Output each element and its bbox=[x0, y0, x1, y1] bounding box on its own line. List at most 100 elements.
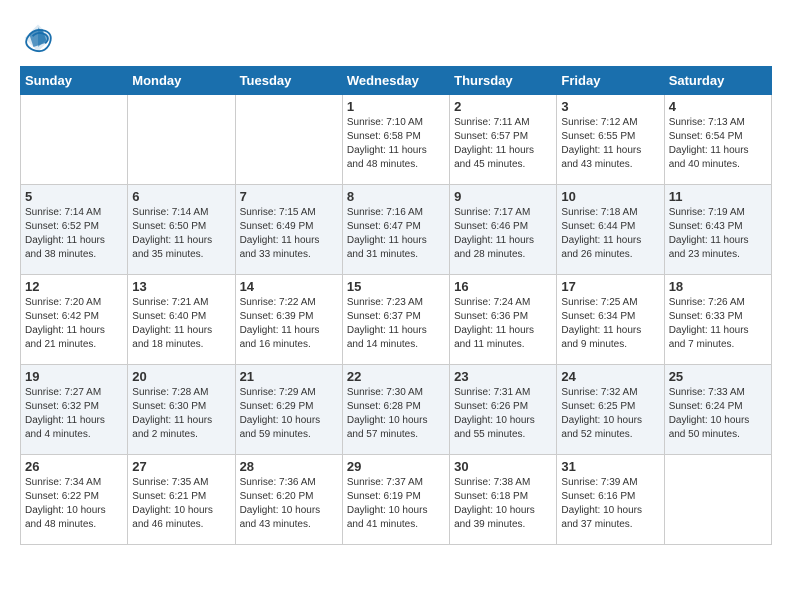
day-number: 8 bbox=[347, 189, 445, 204]
day-info: Sunrise: 7:28 AM Sunset: 6:30 PM Dayligh… bbox=[132, 386, 230, 442]
calendar-cell bbox=[21, 95, 128, 185]
calendar-cell bbox=[664, 455, 771, 545]
calendar-cell: 23 Sunrise: 7:31 AM Sunset: 6:26 PM Dayli… bbox=[450, 365, 557, 455]
calendar-week-1: 1 Sunrise: 7:10 AM Sunset: 6:58 PM Daylig… bbox=[21, 95, 772, 185]
day-info: Sunrise: 7:15 AM Sunset: 6:49 PM Dayligh… bbox=[240, 206, 338, 262]
calendar-cell: 30 Sunrise: 7:38 AM Sunset: 6:18 PM Dayli… bbox=[450, 455, 557, 545]
calendar-cell: 6 Sunrise: 7:14 AM Sunset: 6:50 PM Daylig… bbox=[128, 185, 235, 275]
day-info: Sunrise: 7:26 AM Sunset: 6:33 PM Dayligh… bbox=[669, 296, 767, 352]
day-number: 14 bbox=[240, 279, 338, 294]
logo-icon bbox=[20, 20, 56, 56]
calendar-cell: 13 Sunrise: 7:21 AM Sunset: 6:40 PM Dayli… bbox=[128, 275, 235, 365]
calendar-cell: 25 Sunrise: 7:33 AM Sunset: 6:24 PM Dayli… bbox=[664, 365, 771, 455]
weekday-header-tuesday: Tuesday bbox=[235, 67, 342, 95]
day-info: Sunrise: 7:25 AM Sunset: 6:34 PM Dayligh… bbox=[561, 296, 659, 352]
day-number: 4 bbox=[669, 99, 767, 114]
weekday-header-thursday: Thursday bbox=[450, 67, 557, 95]
day-number: 11 bbox=[669, 189, 767, 204]
day-number: 13 bbox=[132, 279, 230, 294]
day-info: Sunrise: 7:34 AM Sunset: 6:22 PM Dayligh… bbox=[25, 476, 123, 532]
day-number: 30 bbox=[454, 459, 552, 474]
day-info: Sunrise: 7:11 AM Sunset: 6:57 PM Dayligh… bbox=[454, 116, 552, 172]
day-info: Sunrise: 7:29 AM Sunset: 6:29 PM Dayligh… bbox=[240, 386, 338, 442]
day-info: Sunrise: 7:37 AM Sunset: 6:19 PM Dayligh… bbox=[347, 476, 445, 532]
day-number: 17 bbox=[561, 279, 659, 294]
day-info: Sunrise: 7:30 AM Sunset: 6:28 PM Dayligh… bbox=[347, 386, 445, 442]
calendar-cell: 18 Sunrise: 7:26 AM Sunset: 6:33 PM Dayli… bbox=[664, 275, 771, 365]
day-info: Sunrise: 7:21 AM Sunset: 6:40 PM Dayligh… bbox=[132, 296, 230, 352]
calendar-cell: 17 Sunrise: 7:25 AM Sunset: 6:34 PM Dayli… bbox=[557, 275, 664, 365]
page-header bbox=[20, 20, 772, 56]
day-number: 29 bbox=[347, 459, 445, 474]
day-number: 1 bbox=[347, 99, 445, 114]
calendar-cell: 21 Sunrise: 7:29 AM Sunset: 6:29 PM Dayli… bbox=[235, 365, 342, 455]
day-info: Sunrise: 7:17 AM Sunset: 6:46 PM Dayligh… bbox=[454, 206, 552, 262]
calendar-cell: 8 Sunrise: 7:16 AM Sunset: 6:47 PM Daylig… bbox=[342, 185, 449, 275]
day-number: 23 bbox=[454, 369, 552, 384]
weekday-header-saturday: Saturday bbox=[664, 67, 771, 95]
day-number: 22 bbox=[347, 369, 445, 384]
day-number: 6 bbox=[132, 189, 230, 204]
day-number: 18 bbox=[669, 279, 767, 294]
weekday-header-monday: Monday bbox=[128, 67, 235, 95]
day-number: 15 bbox=[347, 279, 445, 294]
calendar-cell: 10 Sunrise: 7:18 AM Sunset: 6:44 PM Dayli… bbox=[557, 185, 664, 275]
day-number: 19 bbox=[25, 369, 123, 384]
day-info: Sunrise: 7:18 AM Sunset: 6:44 PM Dayligh… bbox=[561, 206, 659, 262]
day-number: 20 bbox=[132, 369, 230, 384]
weekday-header-wednesday: Wednesday bbox=[342, 67, 449, 95]
day-info: Sunrise: 7:12 AM Sunset: 6:55 PM Dayligh… bbox=[561, 116, 659, 172]
weekday-header-friday: Friday bbox=[557, 67, 664, 95]
day-info: Sunrise: 7:38 AM Sunset: 6:18 PM Dayligh… bbox=[454, 476, 552, 532]
day-info: Sunrise: 7:31 AM Sunset: 6:26 PM Dayligh… bbox=[454, 386, 552, 442]
day-number: 25 bbox=[669, 369, 767, 384]
day-number: 21 bbox=[240, 369, 338, 384]
day-info: Sunrise: 7:16 AM Sunset: 6:47 PM Dayligh… bbox=[347, 206, 445, 262]
calendar-cell: 3Sunrise: 7:12 AM Sunset: 6:55 PM Daylig… bbox=[557, 95, 664, 185]
day-info: Sunrise: 7:23 AM Sunset: 6:37 PM Dayligh… bbox=[347, 296, 445, 352]
calendar-cell: 12Sunrise: 7:20 AM Sunset: 6:42 PM Dayli… bbox=[21, 275, 128, 365]
day-info: Sunrise: 7:35 AM Sunset: 6:21 PM Dayligh… bbox=[132, 476, 230, 532]
calendar-cell: 16Sunrise: 7:24 AM Sunset: 6:36 PM Dayli… bbox=[450, 275, 557, 365]
calendar-week-2: 5 Sunrise: 7:14 AM Sunset: 6:52 PM Daylig… bbox=[21, 185, 772, 275]
calendar-cell: 24 Sunrise: 7:32 AM Sunset: 6:25 PM Dayli… bbox=[557, 365, 664, 455]
calendar-cell bbox=[128, 95, 235, 185]
calendar-table: SundayMondayTuesdayWednesdayThursdayFrid… bbox=[20, 66, 772, 545]
calendar-week-3: 12Sunrise: 7:20 AM Sunset: 6:42 PM Dayli… bbox=[21, 275, 772, 365]
day-number: 26 bbox=[25, 459, 123, 474]
day-number: 24 bbox=[561, 369, 659, 384]
day-number: 2 bbox=[454, 99, 552, 114]
day-info: Sunrise: 7:19 AM Sunset: 6:43 PM Dayligh… bbox=[669, 206, 767, 262]
day-info: Sunrise: 7:14 AM Sunset: 6:52 PM Dayligh… bbox=[25, 206, 123, 262]
day-number: 16 bbox=[454, 279, 552, 294]
day-number: 27 bbox=[132, 459, 230, 474]
calendar-cell: 27 Sunrise: 7:35 AM Sunset: 6:21 PM Dayli… bbox=[128, 455, 235, 545]
day-info: Sunrise: 7:22 AM Sunset: 6:39 PM Dayligh… bbox=[240, 296, 338, 352]
day-info: Sunrise: 7:32 AM Sunset: 6:25 PM Dayligh… bbox=[561, 386, 659, 442]
calendar-cell: 9 Sunrise: 7:17 AM Sunset: 6:46 PM Daylig… bbox=[450, 185, 557, 275]
day-number: 10 bbox=[561, 189, 659, 204]
calendar-cell: 20 Sunrise: 7:28 AM Sunset: 6:30 PM Dayli… bbox=[128, 365, 235, 455]
day-info: Sunrise: 7:14 AM Sunset: 6:50 PM Dayligh… bbox=[132, 206, 230, 262]
day-info: Sunrise: 7:36 AM Sunset: 6:20 PM Dayligh… bbox=[240, 476, 338, 532]
day-number: 5 bbox=[25, 189, 123, 204]
calendar-header: SundayMondayTuesdayWednesdayThursdayFrid… bbox=[21, 67, 772, 95]
calendar-cell: 5 Sunrise: 7:14 AM Sunset: 6:52 PM Daylig… bbox=[21, 185, 128, 275]
calendar-cell: 29 Sunrise: 7:37 AM Sunset: 6:19 PM Dayli… bbox=[342, 455, 449, 545]
calendar-cell: 31 Sunrise: 7:39 AM Sunset: 6:16 PM Dayli… bbox=[557, 455, 664, 545]
day-number: 9 bbox=[454, 189, 552, 204]
calendar-cell: 14 Sunrise: 7:22 AM Sunset: 6:39 PM Dayli… bbox=[235, 275, 342, 365]
calendar-cell: 4Sunrise: 7:13 AM Sunset: 6:54 PM Daylig… bbox=[664, 95, 771, 185]
calendar-cell: 11 Sunrise: 7:19 AM Sunset: 6:43 PM Dayli… bbox=[664, 185, 771, 275]
day-info: Sunrise: 7:39 AM Sunset: 6:16 PM Dayligh… bbox=[561, 476, 659, 532]
day-number: 31 bbox=[561, 459, 659, 474]
day-info: Sunrise: 7:10 AM Sunset: 6:58 PM Dayligh… bbox=[347, 116, 445, 172]
calendar-cell: 15 Sunrise: 7:23 AM Sunset: 6:37 PM Dayli… bbox=[342, 275, 449, 365]
calendar-cell: 1 Sunrise: 7:10 AM Sunset: 6:58 PM Daylig… bbox=[342, 95, 449, 185]
calendar-cell: 2 Sunrise: 7:11 AM Sunset: 6:57 PM Daylig… bbox=[450, 95, 557, 185]
calendar-cell: 26 Sunrise: 7:34 AM Sunset: 6:22 PM Dayli… bbox=[21, 455, 128, 545]
calendar-cell: 22 Sunrise: 7:30 AM Sunset: 6:28 PM Dayli… bbox=[342, 365, 449, 455]
weekday-header-sunday: Sunday bbox=[21, 67, 128, 95]
day-info: Sunrise: 7:33 AM Sunset: 6:24 PM Dayligh… bbox=[669, 386, 767, 442]
calendar-cell bbox=[235, 95, 342, 185]
